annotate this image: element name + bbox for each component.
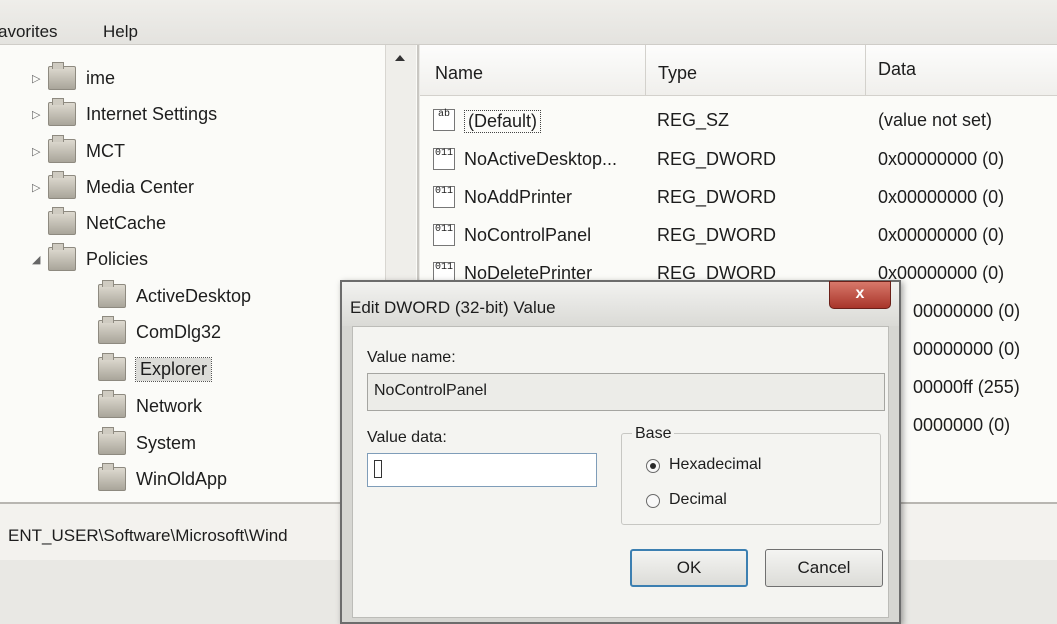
key-path: ENT_USER\Software\Microsoft\Wind (8, 526, 288, 545)
folder-icon (48, 207, 76, 235)
value-data: (value not set) (878, 110, 993, 130)
close-button[interactable]: x (829, 281, 891, 309)
value-type: REG_DWORD (657, 149, 777, 169)
base-label: Base (632, 425, 675, 443)
tree-item-label: Internet Settings (86, 103, 218, 124)
tree-item-label: System (136, 432, 197, 453)
value-name: (Default) (464, 110, 542, 133)
tree-item-comdlg32[interactable]: ComDlg32 (98, 316, 222, 347)
tree-item-label: ime (86, 67, 116, 88)
menu-favorites[interactable]: avorites (0, 22, 58, 42)
text-cursor (374, 460, 382, 478)
tree-item-explorer[interactable]: Explorer (98, 353, 213, 384)
value-name-field: NoControlPanel (367, 373, 885, 411)
tree-item-label: ActiveDesktop (136, 285, 252, 306)
list-row[interactable]: 011 NoControlPanel REG_DWORD 0x00000000 … (420, 216, 1057, 254)
value-data: 0000000 (0) (913, 415, 1011, 435)
list-row[interactable]: ab (Default) REG_SZ (value not set) (420, 101, 1057, 139)
folder-icon (48, 62, 76, 90)
tree-item-ime[interactable]: ▷ ime (32, 62, 116, 93)
tree-item-network[interactable]: Network (98, 390, 203, 421)
value-name-label: Value name: (367, 349, 456, 366)
string-value-icon: ab (433, 109, 455, 131)
list-header: Name Type Data (420, 45, 1057, 96)
value-name: NoControlPanel (464, 225, 592, 245)
folder-icon (48, 171, 76, 199)
column-divider[interactable] (645, 45, 646, 95)
value-data: 00000ff (255) (913, 377, 1020, 397)
column-header-type[interactable]: Type (658, 63, 697, 84)
column-header-name[interactable]: Name (435, 63, 483, 84)
tree-item-label: WinOldApp (136, 468, 228, 489)
tree-item-mct[interactable]: ▷ MCT (32, 135, 125, 166)
value-data-label: Value data: (367, 429, 447, 446)
folder-icon (48, 98, 76, 126)
dialog-body: Value name: NoControlPanel Value data: B… (352, 326, 889, 618)
dialog-title-bar[interactable]: Edit DWORD (32-bit) Value x (342, 281, 899, 326)
list-row[interactable]: 011 NoActiveDesktop... REG_DWORD 0x00000… (420, 140, 1057, 178)
column-header-data[interactable]: Data (878, 59, 916, 80)
tree-item-media-center[interactable]: ▷ Media Center (32, 171, 195, 202)
folder-icon (98, 427, 126, 455)
tree-item-label: Policies (86, 248, 149, 269)
tree-item-netcache[interactable]: NetCache (32, 207, 167, 238)
tree-item-winoldapp[interactable]: WinOldApp (98, 463, 228, 494)
folder-icon (98, 280, 126, 308)
value-type: REG_DWORD (657, 187, 777, 207)
folder-icon (98, 390, 126, 418)
expand-arrow-icon[interactable]: ▷ (32, 108, 48, 121)
value-data-input[interactable] (367, 453, 597, 487)
column-divider[interactable] (865, 45, 866, 95)
tree-item-policies[interactable]: ◢ Policies (32, 243, 149, 274)
dialog-title: Edit DWORD (32-bit) Value (350, 298, 556, 317)
collapse-arrow-icon[interactable]: ◢ (32, 253, 48, 266)
menu-bar: avorites Help (0, 0, 1057, 45)
tree-item-internet-settings[interactable]: ▷ Internet Settings (32, 98, 218, 129)
decimal-radio[interactable] (646, 494, 660, 508)
value-name: NoActiveDesktop... (464, 149, 618, 169)
value-data: 00000000 (0) (913, 301, 1021, 321)
value-data: 0x00000000 (0) (878, 225, 1005, 245)
folder-icon (98, 316, 126, 344)
binary-value-icon: 011 (433, 186, 455, 208)
binary-value-icon: 011 (433, 148, 455, 170)
value-type: REG_SZ (657, 110, 730, 130)
hexadecimal-radio[interactable] (646, 459, 660, 473)
value-data: 0x00000000 (0) (878, 187, 1005, 207)
value-data: 00000000 (0) (913, 339, 1021, 359)
list-row[interactable]: 011 NoAddPrinter REG_DWORD 0x00000000 (0… (420, 178, 1057, 216)
tree-item-label: Explorer (134, 356, 213, 382)
edit-dword-dialog: Edit DWORD (32-bit) Value x Value name: … (340, 280, 901, 624)
expand-arrow-icon[interactable]: ▷ (32, 72, 48, 85)
scroll-up-arrow-icon[interactable] (395, 55, 405, 61)
folder-icon (48, 135, 76, 163)
tree-item-activedesktop[interactable]: ActiveDesktop (98, 280, 252, 311)
tree-item-label: ComDlg32 (136, 321, 222, 342)
decimal-label[interactable]: Decimal (669, 491, 727, 509)
expand-arrow-icon[interactable]: ▷ (32, 145, 48, 158)
ok-button[interactable]: OK (630, 549, 748, 587)
binary-value-icon: 011 (433, 224, 455, 246)
folder-icon (48, 243, 76, 271)
value-data: 0x00000000 (0) (878, 149, 1005, 169)
hexadecimal-label[interactable]: Hexadecimal (669, 456, 761, 474)
folder-icon (98, 463, 126, 491)
tree-item-system[interactable]: System (98, 427, 197, 458)
tree-item-label: Media Center (86, 176, 195, 197)
expand-arrow-icon[interactable]: ▷ (32, 181, 48, 194)
base-groupbox (621, 433, 881, 525)
cancel-button[interactable]: Cancel (765, 549, 883, 587)
menu-help[interactable]: Help (103, 22, 138, 42)
value-name: NoAddPrinter (464, 187, 573, 207)
tree-item-label: MCT (86, 140, 125, 161)
tree-item-label: Network (136, 395, 203, 416)
value-type: REG_DWORD (657, 225, 777, 245)
tree-item-label: NetCache (86, 212, 167, 233)
folder-icon (98, 353, 126, 381)
